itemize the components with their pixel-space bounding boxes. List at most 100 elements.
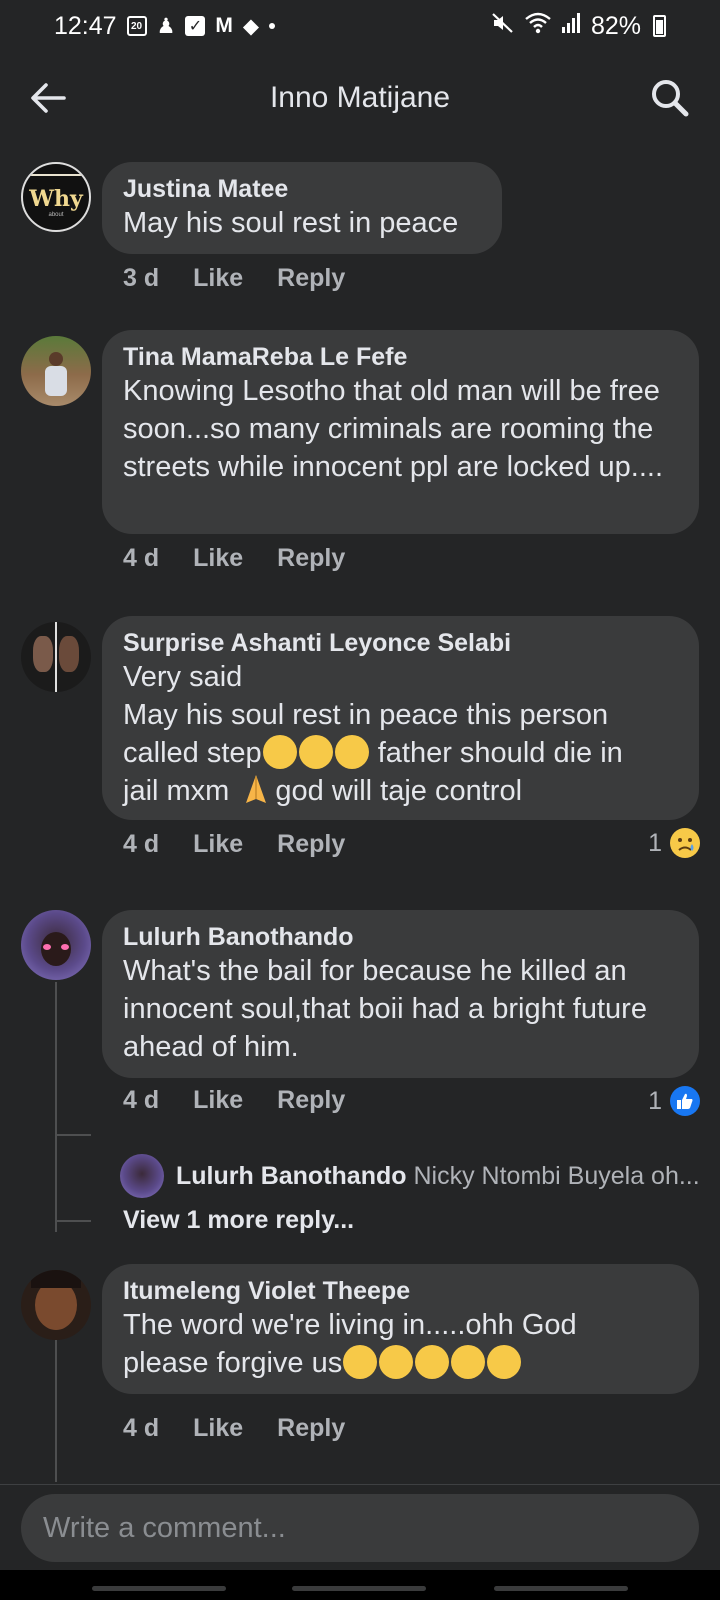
comment-bubble[interactable]: Lulurh Banothando What's the bail for be… <box>102 910 699 1078</box>
status-bar: 12:47 20 ♟ ✓ M ◆ 82% <box>0 0 720 52</box>
comment-input-placeholder: Write a comment... <box>43 1511 286 1544</box>
comment-author[interactable]: Justina Matee <box>123 174 482 204</box>
avatar[interactable] <box>21 336 91 406</box>
back-button[interactable] <box>26 76 70 120</box>
reaction-summary[interactable]: 1 <box>648 828 700 858</box>
nav-back-button[interactable] <box>494 1586 628 1591</box>
comment: Tina MamaReba Le Fefe Knowing Lesotho th… <box>0 330 720 590</box>
nav-recents-button[interactable] <box>92 1586 226 1591</box>
comment-author[interactable]: Lulurh Banothando <box>123 922 679 952</box>
comment-line: May his soul rest in peace this person <box>123 699 609 731</box>
header: Inno Matijane <box>0 56 720 140</box>
like-button[interactable]: Like <box>193 830 243 859</box>
mute-icon <box>491 11 515 42</box>
more-notifications-dot <box>269 23 276 29</box>
comment-time[interactable]: 4 d <box>123 1086 159 1115</box>
comment-line-part: god will taje control <box>275 775 523 807</box>
comment: Itumeleng Violet Theepe The word we're l… <box>0 1264 720 1482</box>
system-nav-bar <box>0 1570 720 1600</box>
thumbs-up-icon <box>670 1086 700 1116</box>
reply-button[interactable]: Reply <box>277 1414 345 1443</box>
avatar[interactable] <box>21 910 91 980</box>
comment-text: What's the bail for because he killed an… <box>123 955 647 1063</box>
comment-actions: 3 d Like Reply <box>123 264 345 293</box>
comment-line-part: father should die in <box>369 737 623 769</box>
status-right: 82% <box>491 11 666 42</box>
comment-actions: 4 d Like Reply <box>123 830 345 859</box>
reply-preview[interactable]: Lulurh Banothando Nicky Ntombi Buyela oh… <box>120 1154 700 1198</box>
avatar[interactable]: Why about <box>21 162 91 232</box>
comment-time[interactable]: 4 d <box>123 830 159 859</box>
view-more-replies-link[interactable]: View 1 more reply... <box>123 1206 354 1235</box>
search-button[interactable] <box>648 76 692 120</box>
comment-bubble[interactable]: Itumeleng Violet Theepe The word we're l… <box>102 1264 699 1394</box>
comment-input[interactable]: Write a comment... <box>21 1494 699 1562</box>
comment-line-part: jail mxm <box>123 775 238 807</box>
battery-percent: 82% <box>590 11 641 40</box>
comment: Why about Justina Matee May his soul res… <box>0 160 720 310</box>
sleepy-face-icon <box>487 1345 522 1379</box>
signal-icon <box>561 12 581 41</box>
nav-home-button[interactable] <box>292 1586 426 1591</box>
reaction-count: 1 <box>648 828 662 857</box>
comment-time[interactable]: 4 d <box>123 544 159 573</box>
reaction-summary[interactable]: 1 <box>648 1086 700 1116</box>
search-icon <box>652 80 689 117</box>
comment-bubble[interactable]: Tina MamaReba Le Fefe Knowing Lesotho th… <box>102 330 699 534</box>
crying-face-icon <box>298 735 333 769</box>
comment-text: The word we're living in.....ohh God ple… <box>123 1306 679 1382</box>
checkbox-icon: ✓ <box>185 16 206 36</box>
comment-bubble[interactable]: Surprise Ashanti Leyonce Selabi Very sai… <box>102 616 699 820</box>
comment-author[interactable]: Surprise Ashanti Leyonce Selabi <box>123 628 679 658</box>
avatar-logo-text: Why <box>29 186 83 212</box>
reply-button[interactable]: Reply <box>277 544 345 573</box>
avatar-logo-subtext: about <box>48 212 64 218</box>
wifi-icon <box>525 12 551 41</box>
comment-actions: 4 d Like Reply <box>123 1086 345 1115</box>
clock: 12:47 <box>54 11 117 40</box>
comment-actions: 4 d Like Reply <box>123 1414 345 1443</box>
reaction-count: 1 <box>648 1086 662 1115</box>
comment-line: The word we're living in.....ohh God <box>123 1309 577 1341</box>
thread-branch <box>55 1220 91 1222</box>
reply-author[interactable]: Lulurh Banothando <box>176 1162 407 1190</box>
status-left: 12:47 20 ♟ ✓ M ◆ <box>54 11 276 41</box>
comment-line-part: called step <box>123 737 262 769</box>
comment-line: please forgive us <box>123 1344 679 1382</box>
reply-text: Nicky Ntombi Buyela oh... <box>413 1161 700 1190</box>
sad-face-icon <box>415 1345 450 1379</box>
like-button[interactable]: Like <box>193 1086 243 1115</box>
comment: Surprise Ashanti Leyonce Selabi Very sai… <box>0 616 720 876</box>
comment-time[interactable]: 4 d <box>123 1414 159 1443</box>
comment-bubble[interactable]: Justina Matee May his soul rest in peace <box>102 162 502 254</box>
reply-button[interactable]: Reply <box>277 830 345 859</box>
reply-button[interactable]: Reply <box>277 264 345 293</box>
comment-line: called step father should die in <box>123 734 679 772</box>
thread-line <box>55 1340 57 1482</box>
page-title: Inno Matijane <box>269 81 451 114</box>
avatar[interactable] <box>21 622 91 692</box>
thread-branch <box>55 1134 91 1136</box>
reply-button[interactable]: Reply <box>277 1086 345 1115</box>
sad-face-icon <box>343 1345 378 1379</box>
notification-icon: ♟ <box>156 14 176 38</box>
comment-time[interactable]: 3 d <box>123 264 159 293</box>
crying-face-icon <box>334 735 369 769</box>
comment-actions: 4 d Like Reply <box>123 544 345 573</box>
comment-text: May his soul rest in peace <box>123 207 459 239</box>
reply-avatar[interactable] <box>120 1154 164 1198</box>
like-button[interactable]: Like <box>193 264 243 293</box>
back-arrow-icon <box>31 83 66 113</box>
comment-line-part: please forgive us <box>123 1347 343 1379</box>
like-button[interactable]: Like <box>193 544 243 573</box>
comment-text: Knowing Lesotho that old man will be fre… <box>123 375 664 483</box>
sad-face-icon <box>379 1345 414 1379</box>
comment-author[interactable]: Itumeleng Violet Theepe <box>123 1276 679 1306</box>
sad-face-icon <box>670 828 700 858</box>
crying-face-icon <box>262 735 297 769</box>
like-button[interactable]: Like <box>193 1414 243 1443</box>
comment-line: jail mxm god will taje control <box>123 772 679 810</box>
comment-author[interactable]: Tina MamaReba Le Fefe <box>123 342 679 372</box>
thread-line <box>55 982 57 1232</box>
avatar[interactable] <box>21 1270 91 1340</box>
